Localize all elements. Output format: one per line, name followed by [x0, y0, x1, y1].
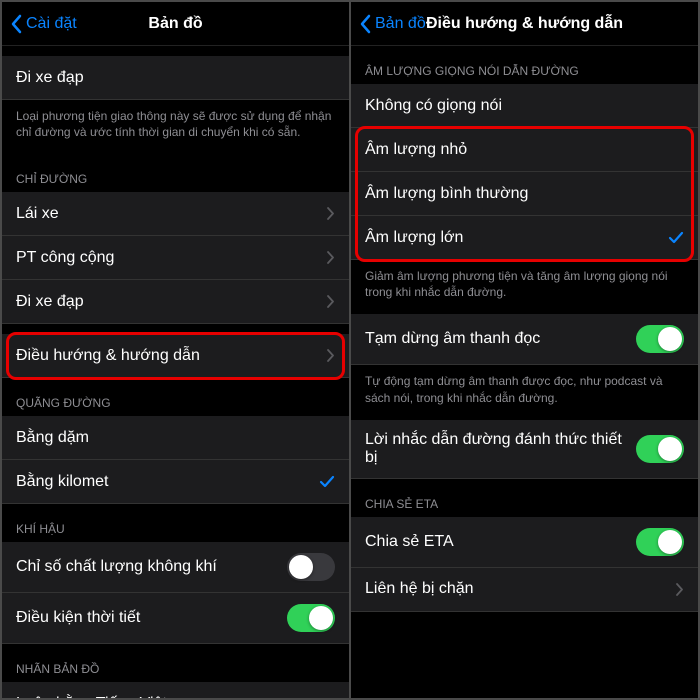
content: ÂM LƯỢNG GIỌNG NÓI DẪN ĐƯỜNG Không có gi… [351, 46, 698, 698]
cell-miles[interactable]: Bằng dặm [2, 416, 349, 460]
chevron-right-icon [327, 207, 335, 220]
cell-label: Chia sẻ ETA [365, 533, 454, 551]
cell-label: Lái xe [16, 205, 59, 223]
section-volume-header: ÂM LƯỢNG GIỌNG NÓI DẪN ĐƯỜNG [351, 46, 698, 84]
page-title: Bản đồ [148, 15, 202, 33]
back-button[interactable]: Bản đồ [359, 2, 426, 46]
page-title: Điều hướng & hướng dẫn [426, 15, 623, 33]
chevron-right-icon [327, 251, 335, 264]
cell-no-voice[interactable]: Không có giọng nói [351, 84, 698, 128]
toggle-share-eta[interactable] [636, 528, 684, 556]
checkmark-icon [668, 230, 684, 246]
section-distance-header: QUÃNG ĐƯỜNG [2, 378, 349, 416]
checkmark-icon [319, 474, 335, 490]
section-labels-header: NHÃN BẢN ĐỒ [2, 644, 349, 682]
cell-label: Chỉ số chất lượng không khí [16, 558, 217, 576]
cell-label: Không có giọng nói [365, 97, 502, 115]
cell-blocked-contacts[interactable]: Liên hệ bị chặn [351, 568, 698, 612]
section-eta-header: CHIA SẺ ETA [351, 479, 698, 517]
toggle-pause-audio[interactable] [636, 325, 684, 353]
cell-label: Lời nhắc dẫn đường đánh thức thiết bị [365, 431, 636, 467]
cell-low-volume[interactable]: Âm lượng nhỏ [351, 128, 698, 172]
chevron-right-icon [327, 295, 335, 308]
desc-pause: Tự động tạm dừng âm thanh được đọc, như … [351, 365, 698, 419]
cell-driving[interactable]: Lái xe [2, 192, 349, 236]
cell-label: Âm lượng nhỏ [365, 141, 467, 159]
cell-label: Luôn bằng Tiếng Việt [16, 695, 167, 698]
cell-label: Điều kiện thời tiết [16, 609, 140, 627]
cell-label: Điều hướng & hướng dẫn [16, 347, 200, 365]
back-label: Bản đồ [375, 15, 426, 33]
cell-label: Đi xe đạp [16, 293, 84, 311]
toggle-weather[interactable] [287, 604, 335, 632]
content: Đi xe đạp Loại phương tiện giao thông nà… [2, 46, 349, 698]
chevron-left-icon [359, 14, 371, 34]
cell-share-eta[interactable]: Chia sẻ ETA [351, 517, 698, 568]
cell-transit[interactable]: PT công cộng [2, 236, 349, 280]
cell-navigation-guidance[interactable]: Điều hướng & hướng dẫn [2, 334, 349, 378]
cell-loud-volume[interactable]: Âm lượng lớn [351, 216, 698, 260]
cell-normal-volume[interactable]: Âm lượng bình thường [351, 172, 698, 216]
cell-wake-device[interactable]: Lời nhắc dẫn đường đánh thức thiết bị [351, 420, 698, 479]
section-directions-header: CHỈ ĐƯỜNG [2, 154, 349, 192]
cell-preferred-transport[interactable]: Đi xe đạp [2, 56, 349, 100]
cell-label: Bằng dặm [16, 429, 89, 447]
chevron-right-icon [327, 349, 335, 362]
pane-maps-settings: Cài đặt Bản đồ Đi xe đạp Loại phương tiệ… [2, 2, 349, 698]
cell-air-quality[interactable]: Chỉ số chất lượng không khí [2, 542, 349, 593]
cell-label: Âm lượng lớn [365, 229, 463, 247]
header: Cài đặt Bản đồ [2, 2, 349, 46]
cell-language[interactable]: Luôn bằng Tiếng Việt [2, 682, 349, 698]
cell-label: Đi xe đạp [16, 69, 84, 87]
back-button[interactable]: Cài đặt [10, 2, 77, 46]
desc-volume: Giảm âm lượng phương tiện và tăng âm lượ… [351, 260, 698, 314]
cell-label: Tạm dừng âm thanh đọc [365, 330, 540, 348]
cell-label: Âm lượng bình thường [365, 185, 528, 203]
toggle-air-quality[interactable] [287, 553, 335, 581]
pane-navigation-guidance: Bản đồ Điều hướng & hướng dẫn ÂM LƯỢNG G… [351, 2, 698, 698]
cell-pause-spoken-audio[interactable]: Tạm dừng âm thanh đọc [351, 314, 698, 365]
chevron-right-icon [676, 583, 684, 596]
chevron-left-icon [10, 14, 22, 34]
cell-cycling[interactable]: Đi xe đạp [2, 280, 349, 324]
cell-label: PT công cộng [16, 249, 114, 267]
cell-weather[interactable]: Điều kiện thời tiết [2, 593, 349, 644]
cell-kilometers[interactable]: Bằng kilomet [2, 460, 349, 504]
back-label: Cài đặt [26, 15, 77, 33]
header: Bản đồ Điều hướng & hướng dẫn [351, 2, 698, 46]
cell-label: Bằng kilomet [16, 473, 109, 491]
desc-transport: Loại phương tiện giao thông này sẽ được … [2, 100, 349, 154]
cell-label: Liên hệ bị chặn [365, 580, 474, 598]
section-climate-header: KHÍ HẬU [2, 504, 349, 542]
toggle-wake-device[interactable] [636, 435, 684, 463]
